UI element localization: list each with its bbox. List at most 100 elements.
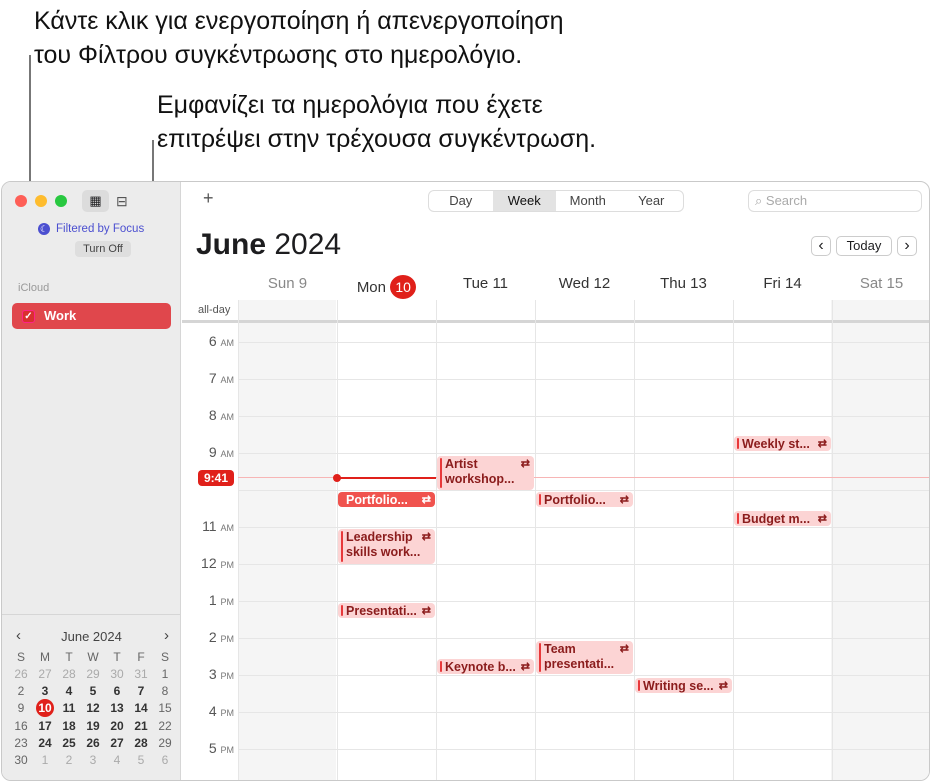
- event[interactable]: Weekly st... ⇄: [734, 436, 831, 451]
- mini-day[interactable]: 5: [129, 752, 153, 768]
- next-week-button[interactable]: ›: [897, 236, 917, 256]
- day-header[interactable]: Mon 10: [337, 275, 436, 299]
- search-field[interactable]: ⌕ Search: [748, 190, 922, 212]
- view-tab-day[interactable]: Day: [429, 191, 493, 211]
- mini-day[interactable]: 2: [9, 683, 33, 699]
- sidebar: ▦ ⊟ ☾ Filtered by Focus Turn Off iCloud …: [2, 182, 181, 780]
- hour-line: [238, 675, 929, 676]
- mini-day[interactable]: 31: [129, 666, 153, 682]
- mini-day[interactable]: 7: [129, 683, 153, 699]
- mini-day[interactable]: 2: [57, 752, 81, 768]
- mini-day[interactable]: 11: [57, 700, 81, 716]
- mini-day[interactable]: 6: [105, 683, 129, 699]
- repeat-icon: ⇄: [520, 661, 530, 673]
- calendar-list-icon[interactable]: ▦: [82, 190, 109, 212]
- day-header[interactable]: Sat 15: [832, 275, 929, 292]
- view-tab-month[interactable]: Month: [556, 191, 620, 211]
- mini-day[interactable]: 4: [57, 683, 81, 699]
- prev-month-icon[interactable]: ‹: [16, 627, 21, 644]
- event[interactable]: Portfolio... ⇄: [338, 492, 435, 507]
- zoom-button[interactable]: [55, 195, 67, 207]
- event[interactable]: Team presentati... ⇄: [536, 641, 633, 674]
- calendar-item-work[interactable]: ✓ Work: [12, 303, 171, 329]
- mini-day[interactable]: 28: [57, 666, 81, 682]
- mini-day[interactable]: 27: [33, 666, 57, 682]
- day-header[interactable]: Wed 12: [535, 275, 634, 292]
- day-header[interactable]: Sun 9: [238, 275, 337, 292]
- day-column-divider: [634, 300, 635, 780]
- mini-day[interactable]: 30: [9, 752, 33, 768]
- event[interactable]: Portfolio... ⇄: [536, 492, 633, 507]
- today-button[interactable]: Today: [836, 236, 892, 256]
- mini-day[interactable]: 19: [81, 718, 105, 734]
- mini-day[interactable]: 18: [57, 718, 81, 734]
- next-month-icon[interactable]: ›: [164, 627, 169, 644]
- mini-day[interactable]: 21: [129, 718, 153, 734]
- mini-day[interactable]: 3: [81, 752, 105, 768]
- mini-day[interactable]: 10: [36, 699, 54, 717]
- event[interactable]: Keynote b... ⇄: [437, 659, 534, 674]
- close-button[interactable]: [15, 195, 27, 207]
- checkbox-icon[interactable]: ✓: [22, 309, 35, 323]
- view-tab-year[interactable]: Year: [620, 191, 684, 211]
- mini-day[interactable]: 26: [9, 666, 33, 682]
- mini-day[interactable]: 12: [81, 700, 105, 716]
- minimize-button[interactable]: [35, 195, 47, 207]
- mini-day[interactable]: 20: [105, 718, 129, 734]
- prev-week-button[interactable]: ‹: [811, 236, 831, 256]
- mini-weekday: S: [16, 650, 25, 664]
- event[interactable]: Writing se... ⇄: [635, 678, 732, 693]
- mini-day[interactable]: 1: [153, 666, 177, 682]
- mini-day[interactable]: 22: [153, 718, 177, 734]
- add-event-button[interactable]: +: [203, 188, 214, 209]
- mini-day[interactable]: 4: [105, 752, 129, 768]
- day-header[interactable]: Tue 11: [436, 275, 535, 292]
- mini-day[interactable]: 27: [105, 735, 129, 751]
- mini-day[interactable]: 13: [105, 700, 129, 716]
- mini-day[interactable]: 17: [33, 718, 57, 734]
- focus-filter[interactable]: ☾ Filtered by Focus: [38, 223, 144, 235]
- mini-day[interactable]: 24: [33, 735, 57, 751]
- mini-calendar-title: June 2024: [61, 629, 122, 644]
- mini-day[interactable]: 26: [81, 735, 105, 751]
- day-header[interactable]: Fri 14: [733, 275, 832, 292]
- mini-day[interactable]: 14: [129, 700, 153, 716]
- turn-off-button[interactable]: Turn Off: [75, 241, 131, 257]
- view-tab-week[interactable]: Week: [492, 191, 556, 211]
- calendar-window: ▦ ⊟ ☾ Filtered by Focus Turn Off iCloud …: [1, 181, 930, 781]
- mini-day[interactable]: 29: [81, 666, 105, 682]
- hour-label: 6 AM: [208, 333, 234, 349]
- now-time-badge: 9:41: [198, 470, 234, 486]
- hour-line: [238, 749, 929, 750]
- hour-line: [238, 712, 929, 713]
- mini-weekday: T: [113, 650, 121, 664]
- event[interactable]: Budget m... ⇄: [734, 511, 831, 526]
- hour-label: 7 AM: [208, 370, 234, 386]
- day-column-divider: [733, 300, 734, 780]
- hour-line: [238, 342, 929, 343]
- inbox-icon[interactable]: ⊟: [116, 190, 128, 212]
- repeat-icon: ⇄: [718, 680, 728, 692]
- mini-day[interactable]: 28: [129, 735, 153, 751]
- mini-day[interactable]: 15: [153, 700, 177, 716]
- event[interactable]: Artist workshop... ⇄: [437, 456, 534, 490]
- mini-day[interactable]: 25: [57, 735, 81, 751]
- mini-weekday: F: [137, 650, 145, 664]
- mini-day[interactable]: 16: [9, 718, 33, 734]
- mini-day[interactable]: 23: [9, 735, 33, 751]
- mini-day[interactable]: 9: [9, 700, 33, 716]
- day-column-divider: [436, 300, 437, 780]
- mini-day[interactable]: 30: [105, 666, 129, 682]
- mini-day[interactable]: 3: [33, 683, 57, 699]
- mini-day[interactable]: 6: [153, 752, 177, 768]
- callout-calendars: Εμφανίζει τα ημερολόγια που έχετε επιτρέψ…: [157, 91, 597, 153]
- day-header[interactable]: Thu 13: [634, 275, 733, 292]
- mini-day[interactable]: 29: [153, 735, 177, 751]
- event[interactable]: Presentati... ⇄: [338, 603, 435, 618]
- page-title: June 2024: [196, 228, 342, 261]
- mini-day[interactable]: 5: [81, 683, 105, 699]
- event[interactable]: Leadership skills work... ⇄: [338, 529, 435, 564]
- mini-day[interactable]: 8: [153, 683, 177, 699]
- mini-day[interactable]: 1: [33, 752, 57, 768]
- now-dot: [333, 474, 341, 482]
